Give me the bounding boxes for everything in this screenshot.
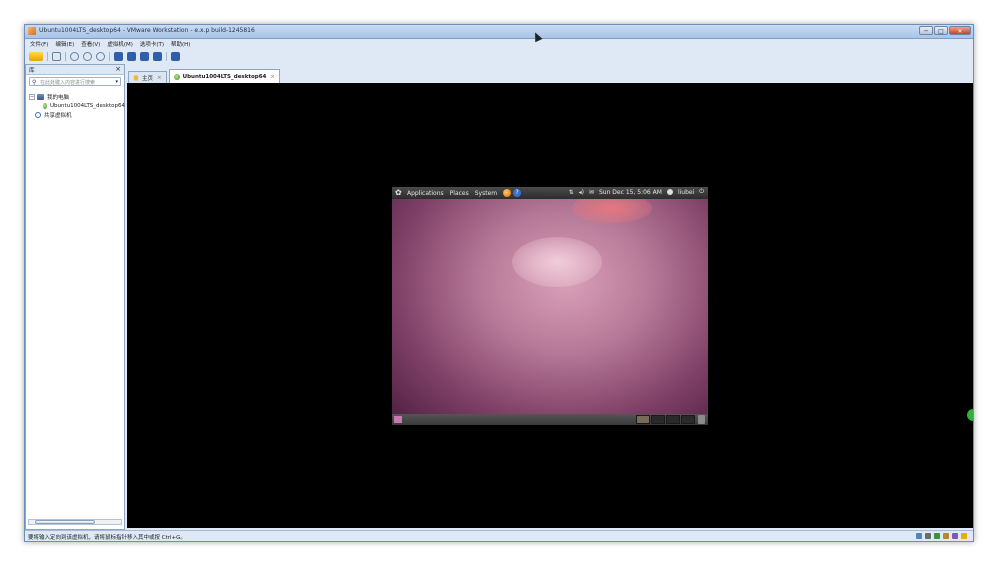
menu-file[interactable]: 文件(F) [30,40,48,48]
guest-username[interactable]: liubei [678,189,694,196]
search-dropdown-icon[interactable]: ▾ [115,79,118,85]
sound-icon[interactable] [952,533,958,539]
tree-item-label: 我的电脑 [47,94,70,101]
guest-top-panel: ✿ Applications Places System ? ⇅ ◂) ✉ Su… [392,187,708,199]
library-tree: − 我的电脑 Ubuntu1004LTS_desktop64 共享虚拟机 [29,92,125,119]
tab-close-icon[interactable]: × [270,74,275,80]
toolbar-divider [166,52,167,61]
library-header: 库 × [26,65,124,75]
library-close-icon[interactable]: × [115,65,121,73]
computer-icon [37,93,44,100]
network-adapter-icon[interactable] [934,533,940,539]
menu-view[interactable]: 查看(V) [81,40,100,48]
workspace-3[interactable] [666,415,680,424]
maximize-button[interactable]: □ [934,26,948,35]
tree-item-label: 共享虚拟机 [44,112,72,119]
search-icon: ⚲ [32,79,37,86]
tab-strip: 主页 × Ubuntu1004LTS_desktop64 × [128,69,282,83]
search-placeholder: 在此处键入内容进行搜索 [40,80,96,86]
volume-icon[interactable]: ◂) [579,189,584,196]
tab-home[interactable]: 主页 × [128,71,167,83]
library-horizontal-scrollbar[interactable] [28,519,122,525]
toolbar-divider [65,52,66,61]
device-status-icons [916,533,967,539]
menu-bar: 文件(F) 编辑(E) 查看(V) 虚拟机(M) 选项卡(T) 帮助(H) [25,39,973,49]
tab-label: Ubuntu1004LTS_desktop64 [182,73,267,80]
home-icon [133,74,139,81]
tab-vm[interactable]: Ubuntu1004LTS_desktop64 × [168,69,280,83]
toolbar [25,50,973,63]
shared-vms-icon [35,111,41,118]
title-bar[interactable]: Ubuntu1004LTS_desktop64 - VMware Worksta… [25,25,973,39]
messages-icon[interactable] [961,533,967,539]
tree-item-shared-vms[interactable]: 共享虚拟机 [29,110,125,119]
library-title: 库 [29,68,35,74]
help-icon[interactable]: ? [513,189,522,197]
status-message: 要将输入定向到该虚拟机，请将鼠标指针移入其中或按 Ctrl+G。 [28,535,186,541]
guest-clock[interactable]: Sun Dec 15, 5:06 AM [599,189,662,196]
vm-icon [173,73,180,80]
workspace-2[interactable] [651,415,665,424]
menu-vm[interactable]: 虚拟机(M) [107,40,133,48]
unity-icon[interactable] [153,52,162,61]
menu-help[interactable]: 帮助(H) [171,40,190,48]
guest-menu-places[interactable]: Places [450,190,469,197]
firefox-icon[interactable] [503,189,512,197]
window-controls: ─ □ ✕ [919,26,971,35]
scrollbar-thumb[interactable] [35,520,95,524]
trash-icon[interactable] [698,415,705,424]
workspace-1[interactable] [636,415,650,424]
minimize-button[interactable]: ─ [919,26,933,35]
guest-menu-applications[interactable]: Applications [407,190,444,197]
menu-edit[interactable]: 编辑(E) [55,40,74,48]
power-icon[interactable]: ⏻ [699,188,704,196]
mail-icon[interactable]: ✉ [589,189,594,196]
green-edge-handle[interactable] [967,409,973,421]
vm-console[interactable]: ✿ Applications Places System ? ⇅ ◂) ✉ Su… [127,83,973,528]
wallpaper-glow [512,237,602,287]
full-screen-icon[interactable] [140,52,149,61]
tree-item-vm[interactable]: Ubuntu1004LTS_desktop64 [29,101,125,110]
vmware-app-icon [28,27,36,35]
toolbar-divider [109,52,110,61]
show-desktop-icon[interactable] [394,416,402,423]
menu-tabs[interactable]: 选项卡(T) [140,40,164,48]
snapshot-icon[interactable] [70,52,79,61]
guest-menu-system[interactable]: System [475,190,497,197]
revert-snapshot-icon[interactable] [83,52,92,61]
tab-close-icon[interactable]: × [157,75,162,81]
tab-label: 主页 [142,75,154,82]
console-view-icon[interactable] [171,52,180,61]
send-ctrl-alt-del-icon[interactable] [52,52,61,61]
ubuntu-foot-icon[interactable]: ✿ [395,189,403,197]
status-bar: 要将输入定向到该虚拟机，请将鼠标指针移入其中或按 Ctrl+G。 [25,530,973,541]
power-dropdown-icon[interactable] [29,52,43,61]
show-library-icon[interactable] [114,52,123,61]
usb-icon[interactable] [943,533,949,539]
close-button[interactable]: ✕ [949,26,971,35]
workspace-4[interactable] [681,415,695,424]
thumbnail-bar-icon[interactable] [127,52,136,61]
network-icon[interactable]: ⇅ [569,189,574,196]
snapshot-manager-icon[interactable] [96,52,105,61]
window-title: Ubuntu1004LTS_desktop64 - VMware Worksta… [39,27,255,34]
tree-item-label: Ubuntu1004LTS_desktop64 [50,102,125,109]
collapse-icon[interactable]: − [29,93,35,100]
vm-icon [43,102,48,109]
guest-bottom-panel [392,414,708,425]
tree-item-my-computer[interactable]: − 我的电脑 [29,92,125,101]
guest-desktop[interactable]: ✿ Applications Places System ? ⇅ ◂) ✉ Su… [392,187,708,425]
hard-disk-icon[interactable] [916,533,922,539]
vmware-window: Ubuntu1004LTS_desktop64 - VMware Worksta… [24,24,974,542]
toolbar-divider [47,52,48,61]
guest-indicators: ⇅ ◂) ✉ Sun Dec 15, 5:06 AM liubei ⏻ [569,188,704,196]
cd-rom-icon[interactable] [925,533,931,539]
user-icon [666,189,673,195]
library-panel: 库 × ⚲ 在此处键入内容进行搜索 ▾ − 我的电脑 Ubuntu1004LTS… [25,64,125,530]
library-search-input[interactable]: ⚲ 在此处键入内容进行搜索 ▾ [29,77,121,86]
